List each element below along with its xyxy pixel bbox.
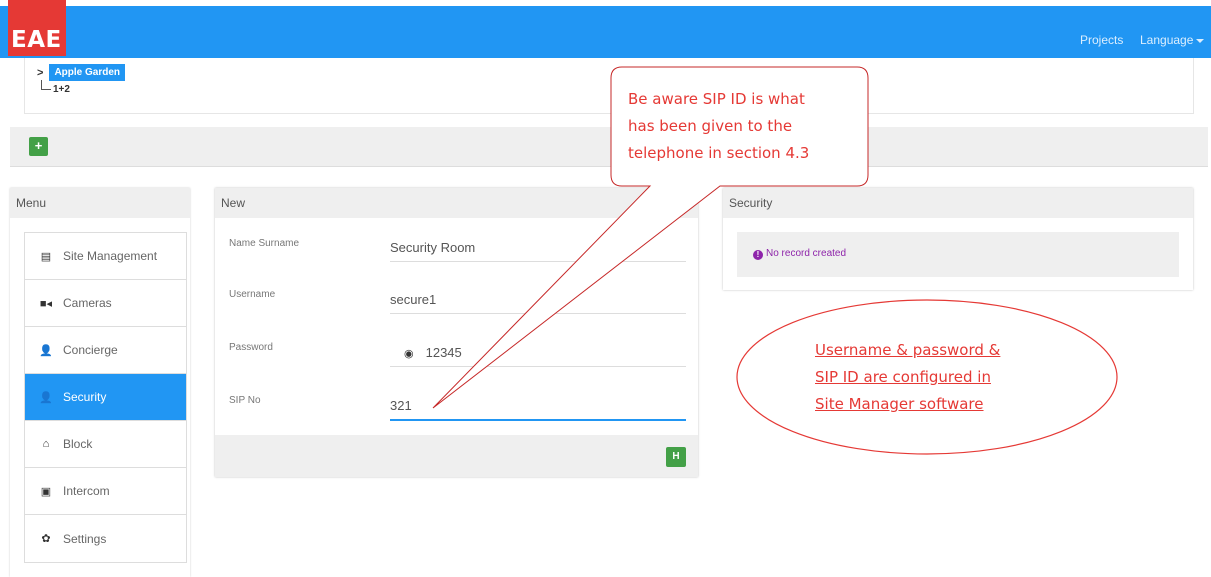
ellipse-line: SIP ID are configured in [815,368,991,386]
callout-line: telephone in section 4.3 [628,144,810,162]
callout-line: has been given to the [628,117,793,135]
ellipse-note: Username & password & SIP ID are configu… [815,337,1055,418]
ellipse-line: Site Manager software [815,395,984,413]
ellipse-line: Username & password & [815,341,1001,359]
annotation-overlay [432,66,1118,455]
callout-line: Be aware SIP ID is what [628,90,805,108]
callout-note: Be aware SIP ID is what has been given t… [628,86,858,167]
